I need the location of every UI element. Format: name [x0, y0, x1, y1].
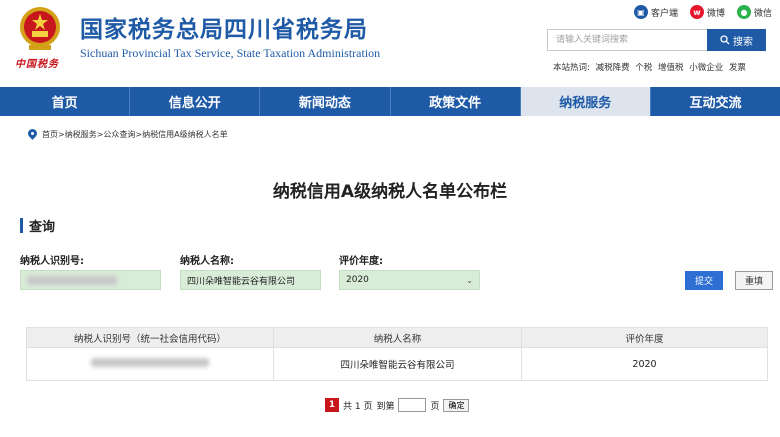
- site-subtitle: Sichuan Provincial Tax Service, State Ta…: [80, 46, 381, 60]
- search-icon: [720, 35, 730, 45]
- table-header-row: 纳税人识别号（统一社会信用代码） 纳税人名称 评价年度: [26, 327, 768, 348]
- year-label: 评价年度:: [339, 256, 383, 267]
- year-select[interactable]: 2020 ⌄: [339, 270, 480, 290]
- weibo-icon: w: [689, 5, 704, 19]
- site-title[interactable]: 国家税务总局四川省税务局: [80, 10, 368, 44]
- hot-word[interactable]: 小微企业: [689, 63, 723, 73]
- quicklink-client[interactable]: ▣ 客户端: [633, 5, 678, 19]
- goto-page-button[interactable]: 确定: [443, 398, 470, 412]
- section-marker: [20, 218, 23, 233]
- hot-word[interactable]: 减税降费: [596, 63, 630, 73]
- nav-item-tax-service[interactable]: 纳税服务: [520, 87, 651, 116]
- nav-item-policy[interactable]: 政策文件: [391, 87, 521, 116]
- section-title: 查询: [29, 220, 56, 235]
- nav-item-home[interactable]: 首页: [0, 87, 131, 116]
- search-input[interactable]: [547, 29, 707, 51]
- hot-word[interactable]: 发票: [729, 63, 746, 73]
- search-button[interactable]: 搜索: [707, 29, 766, 51]
- total-pages-text: 共 1 页: [343, 401, 373, 412]
- site-header: 中国税务 国家税务总局四川省税务局 Sichuan Provincial Tax…: [0, 0, 780, 88]
- column-header-year: 评价年度: [521, 327, 768, 348]
- query-section-header: 查询: [20, 216, 55, 235]
- search-bar: 搜索: [547, 29, 766, 51]
- quicklink-label: 客户端: [650, 8, 678, 19]
- nav-item-news[interactable]: 新闻动态: [260, 87, 391, 116]
- hot-words: 本站热词: 减税降费 个税 增值税 小微企业 发票: [553, 61, 749, 73]
- quicklink-label: 微信: [753, 8, 772, 19]
- hot-word[interactable]: 增值税: [658, 63, 684, 73]
- wechat-icon: ●: [736, 5, 751, 19]
- quicklink-weibo[interactable]: w 微博: [689, 5, 725, 19]
- china-tax-brand: 中国税务: [15, 59, 59, 70]
- submit-button[interactable]: 提交: [685, 271, 723, 290]
- breadcrumb: 首页>纳税服务>公众查询>纳税信用A级纳税人名单: [28, 129, 228, 140]
- results-table: 纳税人识别号（统一社会信用代码） 纳税人名称 评价年度 四川朵唯智能云谷有限公司…: [26, 327, 768, 381]
- page-title: 纳税信用A级纳税人名单公布栏: [272, 182, 508, 202]
- pagination: 1 共 1 页 到第 页 确定: [325, 398, 470, 412]
- client-app-icon: ▣: [633, 5, 648, 19]
- nav-item-interaction[interactable]: 互动交流: [651, 87, 780, 116]
- page-number-input[interactable]: [398, 398, 427, 412]
- nav-item-info-disclosure[interactable]: 信息公开: [130, 87, 261, 116]
- quicklink-label: 微博: [706, 8, 725, 19]
- goto-text: 到第: [376, 401, 395, 412]
- redacted-value: [91, 358, 209, 367]
- hot-word[interactable]: 个税: [635, 63, 652, 73]
- taxpayer-name-field[interactable]: 四川朵唯智能云谷有限公司: [180, 270, 321, 290]
- main-nav: 首页 信息公开 新闻动态 政策文件 纳税服务 互动交流: [0, 87, 780, 116]
- year-select-value: 2020: [346, 275, 369, 285]
- hot-words-label: 本站热词:: [553, 63, 590, 73]
- redacted-value: [27, 275, 117, 285]
- current-page[interactable]: 1: [325, 398, 339, 412]
- search-button-label: 搜索: [733, 36, 753, 48]
- cell-taxpayer-name: 四川朵唯智能云谷有限公司: [273, 347, 522, 381]
- taxpayer-id-field[interactable]: [20, 270, 161, 290]
- location-pin-icon: [28, 129, 37, 140]
- taxpayer-name-label: 纳税人名称:: [180, 256, 234, 267]
- quicklinks: ▣ 客户端 w 微博 ● 微信: [633, 5, 772, 19]
- column-header-taxpayer-id: 纳税人识别号（统一社会信用代码）: [26, 327, 274, 348]
- table-row: 四川朵唯智能云谷有限公司 2020: [26, 347, 768, 381]
- cell-taxpayer-id: [26, 347, 274, 381]
- column-header-taxpayer-name: 纳税人名称: [273, 327, 522, 348]
- national-emblem-icon: [20, 7, 60, 50]
- taxpayer-name-value: 四川朵唯智能云谷有限公司: [187, 276, 296, 287]
- quicklink-wechat[interactable]: ● 微信: [736, 5, 772, 19]
- taxpayer-id-label: 纳税人识别号:: [20, 256, 84, 267]
- reset-button[interactable]: 重填: [735, 271, 773, 290]
- page-suffix: 页: [430, 401, 440, 412]
- cell-year: 2020: [521, 347, 768, 381]
- chevron-down-icon: ⌄: [466, 275, 473, 285]
- breadcrumb-text[interactable]: 首页>纳税服务>公众查询>纳税信用A级纳税人名单: [42, 129, 228, 140]
